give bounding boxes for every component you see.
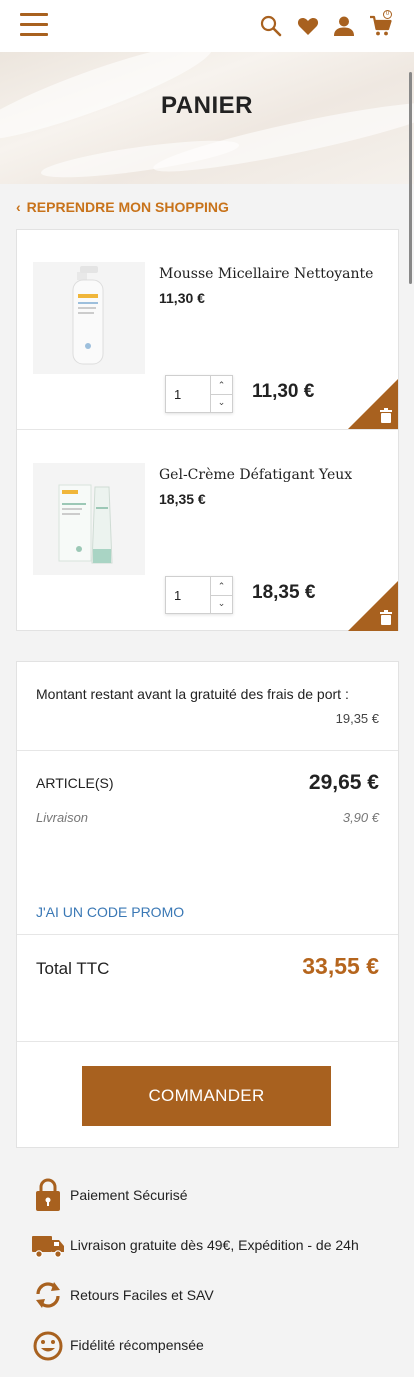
smile-icon xyxy=(30,1328,66,1362)
user-icon[interactable] xyxy=(332,14,356,38)
cart-item: Mousse Micellaire Nettoyante 11,30 € 1 ⌃… xyxy=(17,230,398,430)
trash-icon xyxy=(348,379,398,429)
articles-label: ARTICLE(S) xyxy=(36,775,114,791)
refresh-icon xyxy=(30,1278,66,1312)
remove-item-button[interactable] xyxy=(348,379,398,429)
line-total: 11,30 € xyxy=(252,381,315,402)
chevron-left-icon: ‹ xyxy=(16,199,21,215)
total-label: Total TTC xyxy=(36,959,110,978)
lock-icon xyxy=(30,1178,66,1212)
divider xyxy=(17,1041,398,1042)
reassurance-label: Retours Faciles et SAV xyxy=(70,1287,214,1303)
site-header: 0 xyxy=(0,0,414,52)
reassurance-free-delivery: Livraison gratuite dès 49€, Expédition -… xyxy=(30,1228,410,1262)
reassurance-label: Paiement Sécurisé xyxy=(70,1187,188,1203)
trash-icon xyxy=(348,581,398,631)
reassurance-loyalty: Fidélité récompensée xyxy=(30,1328,410,1362)
quantity-value[interactable]: 1 xyxy=(174,588,181,603)
product-unit-price: 11,30 € xyxy=(159,290,205,306)
product-image[interactable] xyxy=(33,463,145,575)
product-unit-price: 18,35 € xyxy=(159,491,206,507)
page-hero: PANIER xyxy=(0,52,414,184)
cart-item: Gel-Crème Défatigant Yeux 18,35 € 1 ⌃ ⌄ … xyxy=(17,431,398,631)
articles-total: 29,65 € xyxy=(308,771,379,794)
divider xyxy=(17,750,398,751)
delivery-price: 3,90 € xyxy=(342,810,379,825)
cart-items-list: Mousse Micellaire Nettoyante 11,30 € 1 ⌃… xyxy=(16,229,399,631)
quantity-stepper[interactable]: 1 ⌃ ⌄ xyxy=(165,375,233,413)
search-icon[interactable] xyxy=(259,14,283,38)
cart-icon[interactable]: 0 xyxy=(369,10,393,38)
delivery-label: Livraison xyxy=(36,810,89,825)
total-value: 33,55 € xyxy=(302,953,379,979)
continue-shopping-label: REPRENDRE MON SHOPPING xyxy=(26,199,229,215)
line-total: 18,35 € xyxy=(252,582,316,603)
heart-icon[interactable] xyxy=(296,14,320,38)
continue-shopping-link[interactable]: ‹ REPRENDRE MON SHOPPING xyxy=(16,199,229,215)
reassurance-secure-payment: Paiement Sécurisé xyxy=(30,1178,410,1212)
checkout-button[interactable]: COMMANDER xyxy=(82,1066,331,1126)
product-image[interactable] xyxy=(33,262,145,374)
product-name[interactable]: Gel-Crème Défatigant Yeux xyxy=(159,467,352,483)
remove-item-button[interactable] xyxy=(348,581,398,631)
divider xyxy=(17,934,398,935)
promo-code-link[interactable]: J'AI UN CODE PROMO xyxy=(36,904,184,920)
scrollbar[interactable] xyxy=(409,72,412,284)
product-name[interactable]: Mousse Micellaire Nettoyante xyxy=(159,266,373,282)
chevron-down-icon[interactable]: ⌄ xyxy=(210,393,232,412)
quantity-value[interactable]: 1 xyxy=(174,387,181,402)
page-title: PANIER xyxy=(161,92,253,119)
order-summary: Montant restant avant la gratuité des fr… xyxy=(16,661,399,1148)
reassurance-label: Fidélité récompensée xyxy=(70,1337,204,1353)
reassurance-label: Livraison gratuite dès 49€, Expédition -… xyxy=(70,1237,359,1253)
reassurance-returns: Retours Faciles et SAV xyxy=(30,1278,410,1312)
free-shipping-remaining: 19,35 € xyxy=(335,711,379,726)
chevron-down-icon[interactable]: ⌄ xyxy=(210,594,232,613)
quantity-stepper[interactable]: 1 ⌃ ⌄ xyxy=(165,576,233,614)
free-shipping-note: Montant restant avant la gratuité des fr… xyxy=(36,686,349,702)
truck-icon xyxy=(30,1228,66,1262)
cart-count-badge: 0 xyxy=(383,10,392,19)
menu-icon[interactable] xyxy=(20,13,48,37)
